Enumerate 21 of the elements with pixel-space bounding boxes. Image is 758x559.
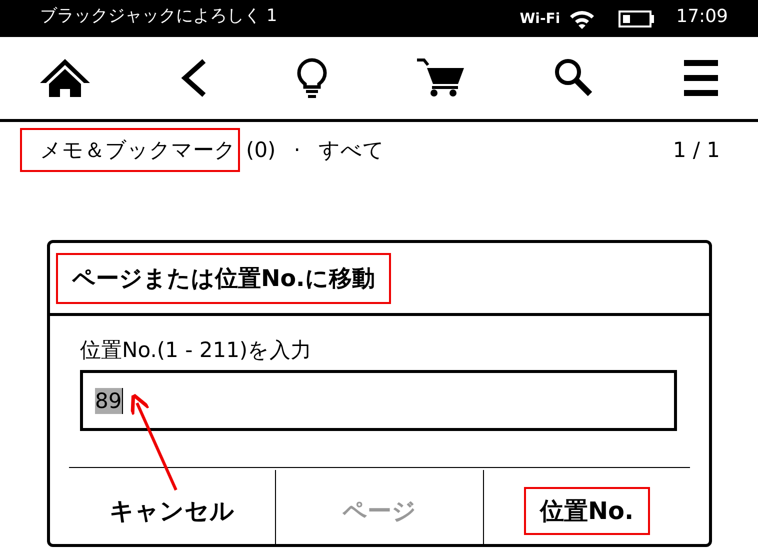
dialog-title: ページまたは位置No.に移動 [56,252,391,304]
wifi-label: Wi-Fi [520,10,560,26]
input-field[interactable]: 89 [80,370,677,431]
menu-icon[interactable] [684,60,718,96]
item-count: (0) [246,138,276,162]
dialog-button[interactable]: 位置No. [524,486,650,534]
book-title: ブラックジャックによろしく 1 [40,5,278,27]
filter-label[interactable]: すべて [318,136,384,164]
separator-dot: · [294,138,300,162]
dialog-button[interactable]: キャンセル [94,486,251,534]
lightbulb-icon[interactable] [297,58,328,98]
page-indicator: 1 / 1 [672,138,720,162]
battery-icon [618,10,656,28]
back-icon[interactable] [180,59,208,97]
home-icon[interactable] [40,59,90,97]
section-title: メモ＆ブックマーク [20,128,240,172]
search-icon[interactable] [554,58,594,98]
wifi-icon [568,8,596,28]
clock: 17:09 [676,6,728,27]
cart-icon[interactable] [416,58,465,98]
field-label: 位置No.(1 - 211)を入力 [80,337,313,364]
